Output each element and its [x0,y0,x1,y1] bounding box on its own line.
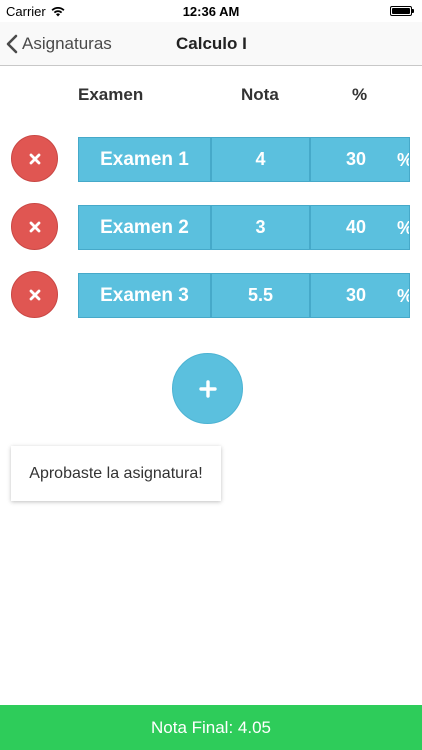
close-icon [29,153,40,164]
back-button[interactable]: Asignaturas [6,22,112,66]
status-bar: Carrier 12:36 AM [0,0,422,22]
exam-percent-value: 30 [345,149,367,169]
page-title: Calculo I [176,34,247,53]
delete-exam-button[interactable] [11,271,58,318]
exam-row: Examen 2 3 40 % [0,203,422,251]
exam-percent-field[interactable]: 30 % [310,273,410,318]
exam-percent-field[interactable]: 30 % [310,137,410,182]
percent-sign: % [397,206,409,251]
result-message: Aprobaste la asignatura! [29,464,203,482]
exam-percent-value: 30 [345,285,367,305]
exam-row: Examen 3 5.5 30 % [0,271,422,319]
column-header-percent: % [352,85,368,104]
exam-grade-field[interactable]: 3 [211,205,310,250]
exam-percent-value: 40 [345,217,367,237]
column-header-nota: Nota [241,85,279,104]
final-grade-label: Nota Final: 4.05 [150,717,271,737]
navigation-bar: Asignaturas Calculo I [0,22,422,66]
exam-row: Examen 1 4 30 % [0,135,422,183]
plus-icon [198,379,217,398]
chevron-left-icon [6,34,18,54]
exam-grade-field[interactable]: 4 [211,137,310,182]
close-icon [29,289,40,300]
exam-name-field[interactable]: Examen 3 [78,273,211,318]
result-message-card: Aprobaste la asignatura! [11,446,221,501]
battery-icon [390,6,414,16]
exam-percent-field[interactable]: 40 % [310,205,410,250]
delete-exam-button[interactable] [11,135,58,182]
add-exam-button[interactable] [172,353,243,424]
back-label: Asignaturas [22,34,112,53]
exam-name-field[interactable]: Examen 1 [78,137,211,182]
final-grade-bar: Nota Final: 4.05 [0,705,422,750]
app-screen: Carrier 12:36 AM Asignaturas Calculo I E… [0,0,422,750]
status-time: 12:36 AM [182,4,240,19]
delete-exam-button[interactable] [11,203,58,250]
close-icon [29,221,40,232]
column-header-examen: Examen [78,85,144,104]
exam-grade-field[interactable]: 5.5 [211,273,310,318]
percent-sign: % [397,274,409,319]
percent-sign: % [397,138,409,183]
exam-name-field[interactable]: Examen 2 [78,205,211,250]
